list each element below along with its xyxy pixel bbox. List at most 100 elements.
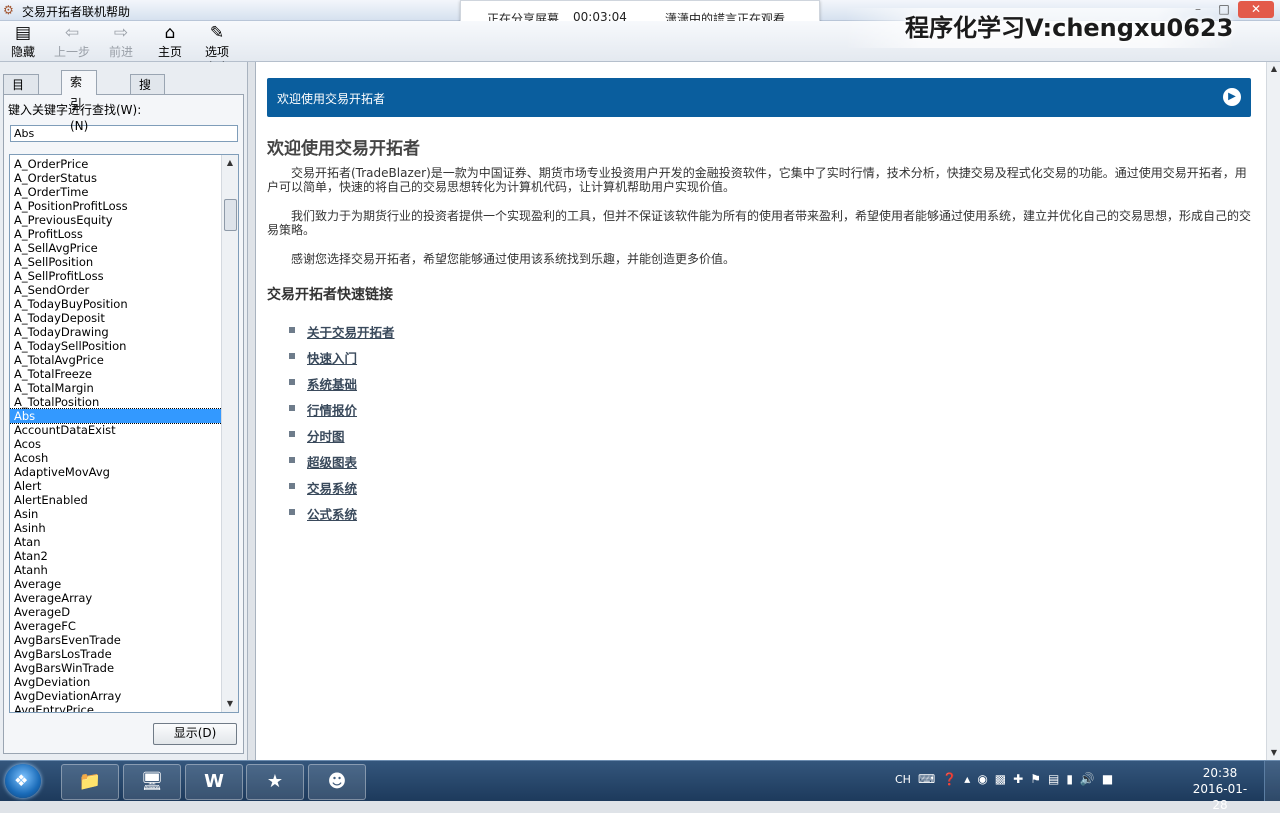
- tray-arrow-icon[interactable]: ▴: [964, 772, 970, 786]
- hide-button[interactable]: ▤ 隐藏: [2, 23, 44, 60]
- index-list-scrollbar[interactable]: ▲ ▼: [221, 155, 238, 712]
- index-list-item[interactable]: A_TotalMargin: [10, 381, 222, 395]
- tab-contents[interactable]: 目录(C): [3, 74, 39, 132]
- computer-icon: 🖥: [140, 771, 164, 792]
- navigation-pane: 目录(C) 索引(N) 搜索(S) 键入关键字进行查找(W): A_OrderP…: [0, 62, 248, 760]
- volume-icon[interactable]: 🔊: [1080, 772, 1095, 786]
- content-scrollbar[interactable]: ▲ ▼: [1266, 62, 1280, 760]
- index-list-item[interactable]: Average: [10, 577, 222, 591]
- tradeblazer-icon: ★: [266, 771, 284, 792]
- index-list-item[interactable]: A_PreviousEquity: [10, 213, 222, 227]
- index-list-item[interactable]: Alert: [10, 479, 222, 493]
- index-list-item[interactable]: A_SellAvgPrice: [10, 241, 222, 255]
- index-list-item[interactable]: Acosh: [10, 451, 222, 465]
- clipboard-icon[interactable]: ▤: [1048, 772, 1059, 786]
- index-list-item[interactable]: Atanh: [10, 563, 222, 577]
- back-button[interactable]: ⇦ 上一步: [51, 23, 93, 60]
- taskbar-word[interactable]: W: [185, 764, 243, 800]
- index-list-item[interactable]: AvgBarsLosTrade: [10, 647, 222, 661]
- flag-icon[interactable]: ⚑: [1030, 772, 1041, 786]
- index-list-item[interactable]: A_SendOrder: [10, 283, 222, 297]
- index-list-item[interactable]: Atan2: [10, 549, 222, 563]
- index-list-item[interactable]: A_OrderStatus: [10, 171, 222, 185]
- recording-icon[interactable]: ■: [1102, 772, 1113, 786]
- home-button[interactable]: ⌂ 主页: [149, 23, 191, 60]
- index-list-item[interactable]: Atan: [10, 535, 222, 549]
- keyboard-icon[interactable]: ⌨: [918, 772, 935, 786]
- index-list-item[interactable]: AvgDeviation: [10, 675, 222, 689]
- index-list-item[interactable]: A_TodayDrawing: [10, 325, 222, 339]
- folder-icon: 📁: [78, 771, 102, 792]
- index-list-item[interactable]: AvgBarsEvenTrade: [10, 633, 222, 647]
- signal-icon[interactable]: ▮: [1066, 772, 1073, 786]
- taskbar-video[interactable]: ☻: [308, 764, 366, 800]
- mission-paragraph: 我们致力于为期货行业的投资者提供一个实现盈利的工具，但并不保证该软件能为所有的使…: [267, 209, 1252, 237]
- start-button[interactable]: ❖: [5, 764, 41, 798]
- index-list-item[interactable]: A_SellProfitLoss: [10, 269, 222, 283]
- index-list-item[interactable]: AvgBarsWinTrade: [10, 661, 222, 675]
- index-list-item[interactable]: A_TodayDeposit: [10, 311, 222, 325]
- close-icon[interactable]: ✕: [1238, 1, 1274, 18]
- quick-link[interactable]: 公式系统: [307, 504, 357, 523]
- taskbar-tradeblazer[interactable]: ★: [246, 764, 304, 800]
- intro-paragraph: 交易开拓者(TradeBlazer)是一款为中国证券、期货市场专业投资用户开发的…: [267, 166, 1247, 194]
- quick-link[interactable]: 交易系统: [307, 478, 357, 497]
- index-list-item[interactable]: AverageArray: [10, 591, 222, 605]
- quick-link[interactable]: 分时图: [307, 426, 345, 445]
- scrollbar-thumb[interactable]: [224, 199, 237, 231]
- index-list-item[interactable]: A_OrderPrice: [10, 157, 222, 171]
- hide-pane-icon: ▤: [14, 23, 32, 43]
- index-list-item[interactable]: A_TodayBuyPosition: [10, 297, 222, 311]
- scroll-down-icon[interactable]: ▼: [1267, 746, 1280, 760]
- index-list-item[interactable]: AvgEntryPrice: [10, 703, 222, 712]
- index-list-item[interactable]: Acos: [10, 437, 222, 451]
- quick-link[interactable]: 行情报价: [307, 400, 357, 419]
- index-list-item[interactable]: AverageD: [10, 605, 222, 619]
- help-icon[interactable]: ❓: [942, 772, 957, 786]
- bullet-icon: [289, 483, 295, 489]
- index-list-item[interactable]: A_PositionProfitLoss: [10, 199, 222, 213]
- device-icon[interactable]: ▩: [995, 772, 1006, 786]
- scroll-up-icon[interactable]: ▲: [222, 155, 238, 171]
- index-list-item[interactable]: A_TodaySellPosition: [10, 339, 222, 353]
- quick-link[interactable]: 系统基础: [307, 374, 357, 393]
- forward-button[interactable]: ⇨ 前进: [100, 23, 142, 60]
- index-list-item[interactable]: A_SellPosition: [10, 255, 222, 269]
- play-circle-icon[interactable]: ▶: [1223, 88, 1241, 106]
- add-icon[interactable]: ✚: [1013, 772, 1023, 786]
- quick-link[interactable]: 超级图表: [307, 452, 357, 471]
- index-list-item[interactable]: A_TotalAvgPrice: [10, 353, 222, 367]
- quick-link[interactable]: 关于交易开拓者: [307, 322, 395, 341]
- tab-search[interactable]: 搜索(S): [130, 74, 165, 132]
- index-list-item[interactable]: A_TotalFreeze: [10, 367, 222, 381]
- index-list-item[interactable]: AvgDeviationArray: [10, 689, 222, 703]
- index-list-item[interactable]: A_ProfitLoss: [10, 227, 222, 241]
- taskbar-explorer[interactable]: 📁: [61, 764, 119, 800]
- index-list-item[interactable]: AdaptiveMovAvg: [10, 465, 222, 479]
- index-list-item[interactable]: Abs: [10, 408, 223, 424]
- windows-logo-icon: ❖: [14, 771, 29, 790]
- index-list-item[interactable]: Asin: [10, 507, 222, 521]
- bullet-icon: [289, 509, 295, 515]
- index-list-item[interactable]: AlertEnabled: [10, 493, 222, 507]
- index-list-item[interactable]: Asinh: [10, 521, 222, 535]
- show-desktop-button[interactable]: [1264, 761, 1280, 801]
- bullet-icon: [289, 353, 295, 359]
- taskbar-clock[interactable]: 20:38 2016-01-28: [1186, 765, 1254, 813]
- index-list-item[interactable]: A_OrderTime: [10, 185, 222, 199]
- bullet-icon: [289, 431, 295, 437]
- scroll-down-icon[interactable]: ▼: [222, 696, 238, 712]
- index-list-item[interactable]: AverageFC: [10, 619, 222, 633]
- index-keyword-list[interactable]: A_OrderPrice A_OrderStatus A_OrderTime A_Po…: [9, 154, 239, 713]
- taskbar-network[interactable]: 🖥: [123, 764, 181, 800]
- quick-link[interactable]: 快速入门: [307, 348, 357, 367]
- bullet-icon: [289, 327, 295, 333]
- index-list-item[interactable]: AccountDataExist: [10, 423, 222, 437]
- scroll-up-icon[interactable]: ▲: [1267, 62, 1280, 76]
- tray-language[interactable]: CH: [895, 773, 911, 786]
- keyword-input[interactable]: [10, 125, 238, 142]
- tab-index[interactable]: 索引(N): [61, 70, 98, 133]
- index-list-item[interactable]: A_TotalPosition: [10, 395, 222, 409]
- security-icon[interactable]: ◉: [977, 772, 987, 786]
- display-button[interactable]: 显示(D): [153, 723, 237, 745]
